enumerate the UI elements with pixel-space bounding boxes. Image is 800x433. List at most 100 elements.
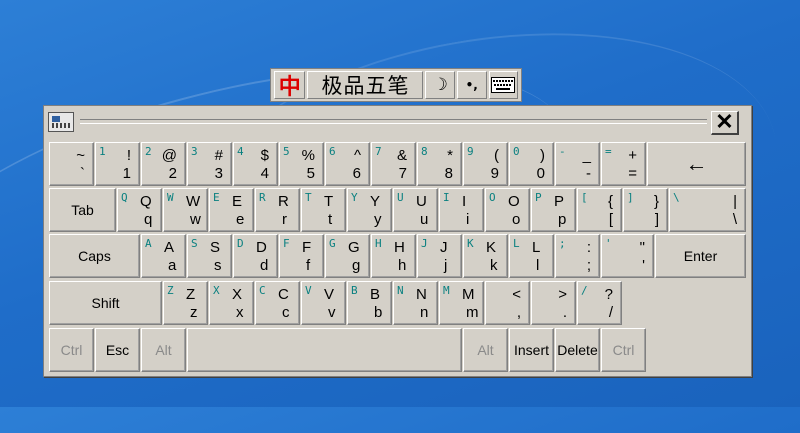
key-lower-char: ' [642,257,645,274]
key-lower-char: l [536,257,540,274]
soft-keyboard-toggle[interactable] [488,71,519,99]
key-l[interactable]: LLl [509,234,554,278]
key-ime-code: I [443,191,450,204]
keyboard-icon [48,112,74,132]
key-j[interactable]: JJj [417,234,462,278]
key-.[interactable]: >. [531,281,576,325]
key-a[interactable]: AAa [141,234,186,278]
key-i[interactable]: IIi [439,188,484,232]
key-upper-char: D [256,239,267,256]
key-caps[interactable]: Caps [49,234,140,278]
key-lower-char: u [420,211,429,228]
key-e[interactable]: EEe [209,188,254,232]
key-ctrl[interactable]: Ctrl [601,328,646,372]
key-y[interactable]: YYy [347,188,392,232]
key-esc[interactable]: Esc [95,328,140,372]
key-c[interactable]: CCc [255,281,300,325]
key-d[interactable]: DDd [233,234,278,278]
key-lower-char: w [190,211,201,228]
key-lower-char: y [374,211,382,228]
key-2[interactable]: 2 @2 [141,142,186,186]
key-8[interactable]: 8 * 8 [417,142,462,186]
close-button[interactable]: ✕ [711,111,739,135]
key-n[interactable]: NNn [393,281,438,325]
key-ime-code: ; [559,237,566,250]
key-'[interactable]: ' " ' [601,234,654,278]
key-label: ← [685,151,708,176]
moon-icon: ☽ [432,75,448,95]
key-1[interactable]: 1! 1 [95,142,140,186]
key-,[interactable]: <, [485,281,530,325]
key-upper-char: > [558,286,567,303]
key-0[interactable]: 0) 0 [509,142,554,186]
key-[[interactable]: [{[ [577,188,622,232]
key-r[interactable]: RRr [255,188,300,232]
key-5[interactable]: 5% 5 [279,142,324,186]
key-ime-code: S [191,237,198,250]
key-v[interactable]: VVv [301,281,346,325]
key-alt[interactable]: Alt [463,328,508,372]
key-3[interactable]: 3 #3 [187,142,232,186]
key-;[interactable]: ;:; [555,234,600,278]
key-label: Shift [91,295,120,311]
key-delete[interactable]: Delete [555,328,600,372]
key-g[interactable]: GGg [325,234,370,278]
key-u[interactable]: UUu [393,188,438,232]
osk-title-bar[interactable]: ✕ [44,106,751,138]
key-lower-char: g [352,257,361,274]
key-q[interactable]: QQq [117,188,162,232]
key-o[interactable]: OOo [485,188,530,232]
key-ime-code: C [259,284,266,297]
key-label: Esc [105,342,130,358]
key-upper-char: L [532,239,541,256]
key-/[interactable]: /? / [577,281,622,325]
key-4[interactable]: 4 $4 [233,142,278,186]
key-s[interactable]: SSs [187,234,232,278]
key-6[interactable]: 6 ^ 6 [325,142,370,186]
key-insert[interactable]: Insert [509,328,554,372]
key-7[interactable]: 7 & 7 [371,142,416,186]
key-=[interactable]: = + = [601,142,646,186]
key-ime-code: \ [673,191,680,204]
key-w[interactable]: WWw [163,188,208,232]
key-b[interactable]: BBb [347,281,392,325]
key-x[interactable]: XXx [209,281,254,325]
key-lower-char: f [306,257,311,274]
key-\[interactable]: \ | \ [669,188,746,232]
ime-mode-toggle[interactable]: 中 [274,71,306,100]
key-ime-code: - [559,145,566,158]
key-tab[interactable]: Tab [49,188,116,232]
key-`[interactable]: ~ ` [49,142,94,186]
key-space[interactable] [187,328,462,372]
punctuation-toggle[interactable]: •, [456,71,487,99]
key-m[interactable]: MMm [439,281,484,325]
key-lower-char: , [516,304,521,321]
key-lower-char: v [328,304,336,321]
drag-grip[interactable] [80,119,707,124]
key-backspace[interactable]: ← [647,142,746,186]
key-enter[interactable]: Enter [655,234,746,278]
key-9[interactable]: 9(9 [463,142,508,186]
key-][interactable]: ]}] [623,188,668,232]
half-full-width-toggle[interactable]: ☽ [425,71,455,99]
key-ime-code: A [145,237,152,250]
key-z[interactable]: ZZz [163,281,208,325]
key--[interactable]: - _ - [555,142,600,186]
key-upper-char: S [210,239,221,256]
key-alt[interactable]: Alt [141,328,186,372]
key-p[interactable]: PPp [531,188,576,232]
key-upper-char: T [324,193,334,210]
key-upper-char: & [396,147,407,164]
key-ime-code: = [605,145,612,158]
ime-name-label[interactable]: 极品五笔 [307,71,424,99]
key-upper-char: ? [604,286,613,303]
key-upper-char: < [512,286,521,303]
key-h[interactable]: HHh [371,234,416,278]
key-ctrl[interactable]: Ctrl [49,328,94,372]
key-lower-char: t [328,211,333,228]
key-k[interactable]: KKk [463,234,508,278]
key-ime-code: P [535,191,542,204]
key-f[interactable]: FFf [279,234,324,278]
key-t[interactable]: TTt [301,188,346,232]
key-shift[interactable]: Shift [49,281,162,325]
